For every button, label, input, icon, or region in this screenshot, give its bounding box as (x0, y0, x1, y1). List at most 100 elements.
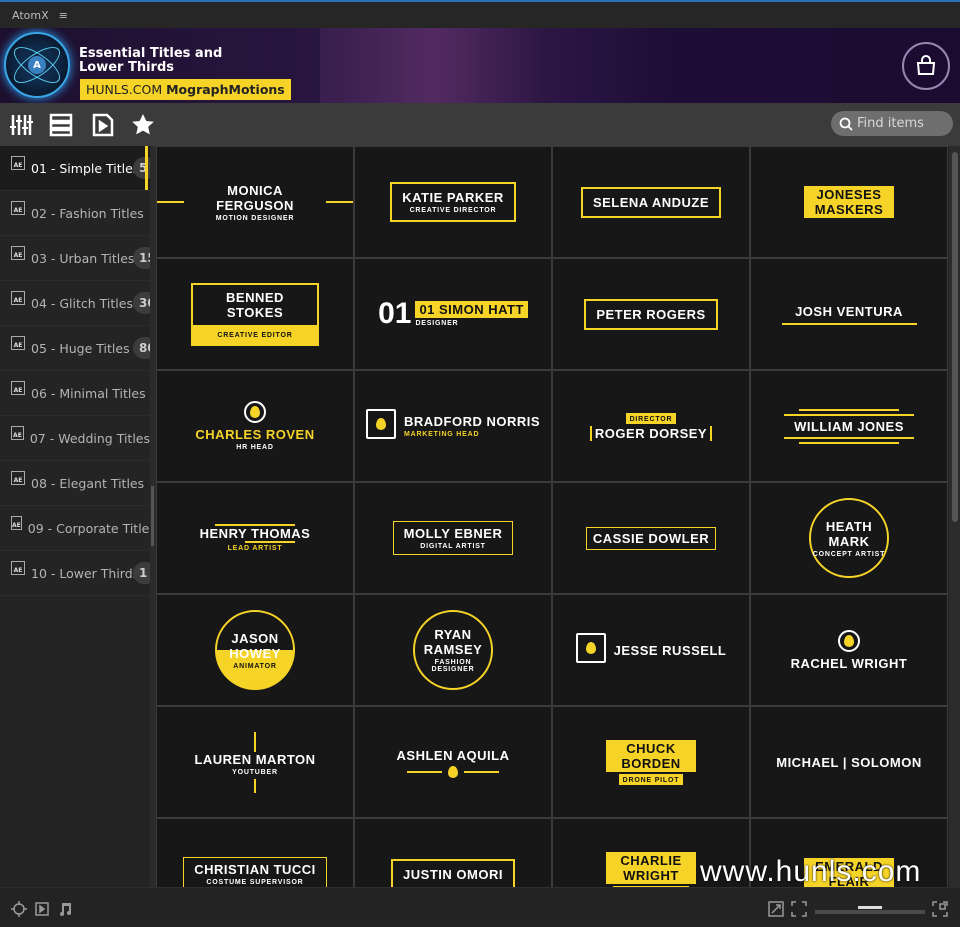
template-card[interactable]: JASON HOWEY ANIMATOR (157, 595, 353, 705)
music-note-icon[interactable] (57, 901, 73, 917)
list-view-icon[interactable] (49, 113, 73, 137)
sidebar-item[interactable]: AE 07 - Wedding Titles (0, 416, 150, 461)
small-size-icon[interactable] (791, 901, 807, 917)
template-card[interactable]: RYAN RAMSEY FASHION DESIGNER (355, 595, 551, 705)
large-size-icon[interactable] (932, 901, 948, 917)
template-card[interactable]: JUSTIN OMORI (355, 819, 551, 887)
sidebar-item-label: 01 - Simple Titles (31, 160, 140, 176)
template-card[interactable]: HENRY THOMAS LEAD ARTIST (157, 483, 353, 593)
card-subtitle: MARKETING HEAD (403, 431, 480, 438)
sidebar-item-label: 10 - Lower Thirds (31, 565, 140, 581)
template-card[interactable]: CHARLES ROVEN HR HEAD (157, 371, 353, 481)
sidebar-item-label: 05 - Huge Titles (31, 340, 130, 356)
shopping-bag-icon (916, 55, 936, 75)
template-card[interactable]: LAUREN MARTON YOUTUBER (157, 707, 353, 817)
template-card[interactable]: MICHAEL | SOLOMON (751, 707, 947, 817)
logo-emblem-icon (575, 633, 606, 663)
banner-badge: HUNLS.COM MographMotions (80, 79, 291, 100)
template-card[interactable]: JOSH VENTURA (751, 259, 947, 369)
app-title: AtomX (12, 8, 49, 22)
template-card[interactable]: CASSIE DOWLER (553, 483, 749, 593)
sidebar-item[interactable]: AE 10 - Lower Thirds 1 (0, 551, 150, 596)
video-file-icon[interactable] (91, 113, 115, 137)
sidebar-item[interactable]: AE 08 - Elegant Titles (0, 461, 150, 506)
template-card[interactable]: BENNED STOKES CREATIVE EDITOR (157, 259, 353, 369)
active-category-indicator (145, 146, 148, 190)
card-title: CHARLIE WRIGHT (620, 852, 682, 883)
template-card[interactable]: MOLLY EBNER DIGITAL ARTIST (355, 483, 551, 593)
hamburger-icon[interactable]: ≡ (59, 9, 68, 22)
card-subtitle: MOTION DESIGNER (215, 214, 295, 222)
shop-bag-button[interactable] (902, 42, 950, 90)
template-card[interactable]: BRADFORD NORRIS MARKETING HEAD (355, 371, 551, 481)
card-subtitle: DIGITAL ARTIST (420, 543, 486, 550)
ae-file-icon: AE (11, 336, 25, 350)
ae-file-icon: AE (11, 516, 22, 530)
item-count-badge: 30 (133, 292, 150, 314)
card-title: HEATH MARK (825, 518, 873, 549)
ae-file-icon: AE (11, 426, 24, 440)
ae-file-icon: AE (11, 246, 25, 260)
favorites-star-icon[interactable] (131, 113, 155, 137)
template-card[interactable]: CHRISTIAN TUCCI COSTUME SUPERVISOR (157, 819, 353, 887)
template-card[interactable]: SELENA ANDUZE (553, 147, 749, 257)
sidebar-item[interactable]: AE 06 - Minimal Titles (0, 371, 150, 416)
search-input[interactable]: Find items (831, 111, 953, 136)
card-title: CHUCK BORDEN (621, 740, 681, 771)
card-title: WILLIAM JONES (794, 418, 904, 434)
template-card[interactable]: HEATH MARK CONCEPT ARTIST (751, 483, 947, 593)
card-subtitle: HR HEAD (236, 444, 274, 451)
card-title: ROGER DORSEY (594, 426, 708, 441)
banner-title: Essential Titles and Lower Thirds (79, 46, 223, 75)
template-card[interactable]: JESSE RUSSELL (553, 595, 749, 705)
card-title: JESSE RUSSELL (613, 642, 727, 658)
template-card[interactable]: CHUCK BORDEN DRONE PILOT (553, 707, 749, 817)
sidebar-item[interactable]: AE 09 - Corporate Titles (0, 506, 150, 551)
card-title: JUSTIN OMORI (403, 866, 503, 882)
slider-handle[interactable] (858, 906, 882, 909)
sidebar-item-label: 02 - Fashion Titles (31, 205, 144, 221)
banner-background-image (320, 28, 550, 103)
template-card[interactable]: MONICA FERGUSON MOTION DESIGNER (157, 147, 353, 257)
panel-titlebar: AtomX ≡ (0, 2, 960, 28)
card-subtitle: COSTUME SUPERVISOR (206, 879, 304, 886)
grid-scrollbar[interactable] (949, 146, 960, 887)
thumbnail-size-slider[interactable] (815, 906, 925, 914)
card-subtitle: LEAD ARTIST (227, 545, 283, 552)
video-preview-icon[interactable] (34, 901, 50, 917)
card-title: KATIE PARKER (402, 190, 504, 205)
expand-icon[interactable] (768, 901, 784, 917)
card-subtitle: CONCEPT ARTIST (812, 550, 886, 558)
sidebar-item[interactable]: AE 03 - Urban Titles15 (0, 236, 150, 281)
sidebar-item[interactable]: AE 01 - Simple Titles 5 (0, 146, 150, 191)
sidebar-item[interactable]: AE 02 - Fashion Titles (0, 191, 150, 236)
search-placeholder: Find items (857, 116, 924, 131)
template-card[interactable]: KATIE PARKER CREATIVE DIRECTOR (355, 147, 551, 257)
template-card[interactable]: JONESES MASKERS (751, 147, 947, 257)
template-card[interactable]: ASHLEN AQUILA (355, 707, 551, 817)
card-title: JASON HOWEY (229, 630, 281, 661)
sidebar-item-label: 03 - Urban Titles (31, 250, 135, 266)
sidebar-item[interactable]: AE 04 - Glitch Titles30 (0, 281, 150, 326)
template-card[interactable]: DIRECTOR ROGER DORSEY (553, 371, 749, 481)
card-subtitle: DIRECTOR (629, 416, 673, 423)
sidebar-item[interactable]: AE 05 - Huge Titles80 (0, 326, 150, 371)
card-title: RYAN RAMSEY (423, 627, 483, 657)
target-icon[interactable] (11, 901, 27, 917)
card-subtitle: YOUTUBER (232, 768, 278, 776)
item-count-badge: 80 (133, 337, 150, 359)
card-subtitle: DRONE PILOT (622, 776, 680, 784)
template-card[interactable]: WILLIAM JONES (751, 371, 947, 481)
card-title: PETER ROGERS (596, 306, 706, 322)
template-card[interactable]: RACHEL WRIGHT (751, 595, 947, 705)
card-title: BRADFORD NORRIS (403, 414, 541, 429)
ae-file-icon: AE (11, 471, 25, 485)
ae-file-icon: AE (11, 381, 25, 395)
ae-file-icon: AE (11, 156, 25, 170)
template-card[interactable]: 01 01 SIMON HATT DESIGNER (355, 259, 551, 369)
ae-file-icon: AE (11, 561, 25, 575)
template-card[interactable]: PETER ROGERS (553, 259, 749, 369)
filter-sliders-icon[interactable] (9, 113, 33, 137)
ae-file-icon: AE (11, 291, 25, 305)
card-title: BENNED STOKES (226, 289, 284, 320)
